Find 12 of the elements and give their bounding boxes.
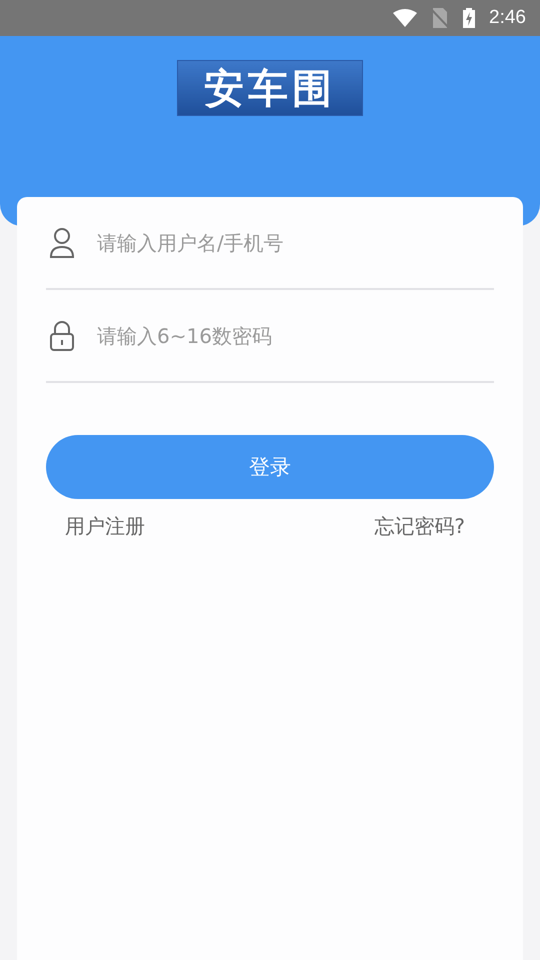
- person-icon: [49, 226, 75, 258]
- clock-time: 2:46: [489, 7, 526, 29]
- register-link[interactable]: 用户注册: [65, 513, 145, 540]
- no-sim-icon: [431, 8, 450, 28]
- login-button[interactable]: 登录: [46, 435, 494, 499]
- username-field[interactable]: 请输入用户名/手机号: [97, 222, 491, 262]
- wifi-icon: [393, 9, 418, 27]
- battery-charging-icon: [463, 8, 476, 28]
- forgot-password-link[interactable]: 忘记密码?: [374, 513, 465, 540]
- password-field[interactable]: 请输入6~16数密码: [97, 316, 491, 356]
- app-logo: 安车围: [177, 60, 363, 116]
- lock-icon: [49, 320, 75, 352]
